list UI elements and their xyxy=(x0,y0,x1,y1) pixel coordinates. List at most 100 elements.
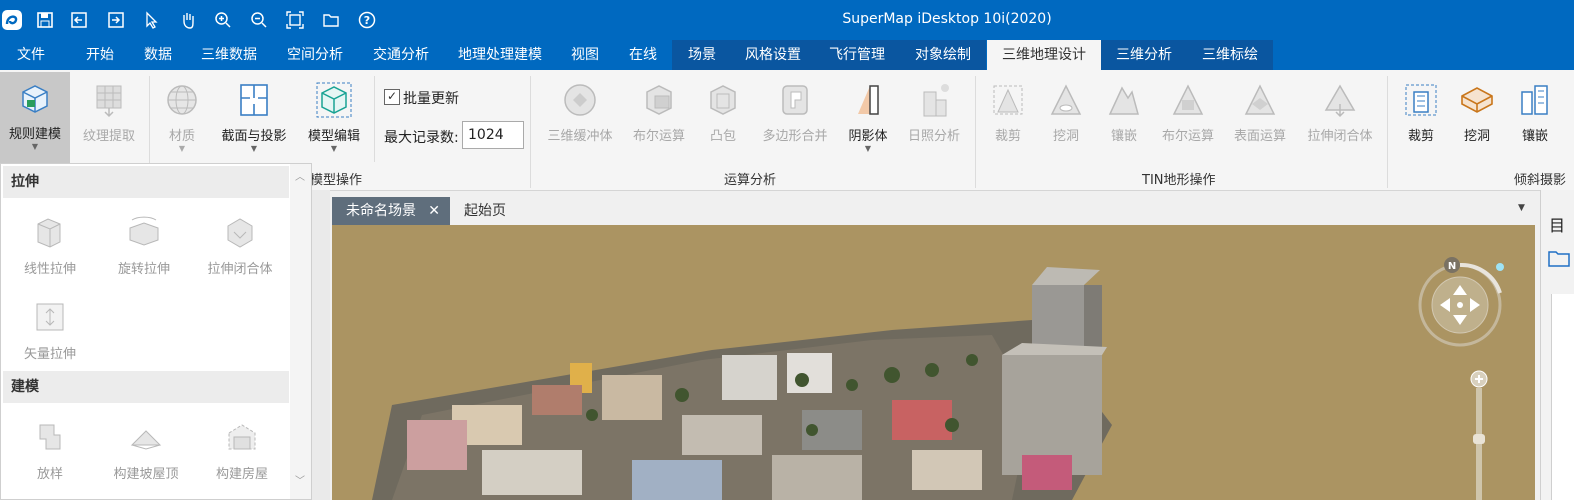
material-button[interactable]: 材质 ▼ xyxy=(155,74,209,164)
tin-inlay-icon xyxy=(1108,86,1139,115)
oblique-clip-icon xyxy=(1405,84,1437,116)
section-header-stretch: 拉伸 xyxy=(3,166,289,198)
tin-surface-button[interactable]: 表面运算 xyxy=(1226,74,1294,164)
buffer-3d-button[interactable]: 三维缓冲体 xyxy=(540,74,620,164)
tin-surface-icon xyxy=(1244,84,1276,115)
group-separator xyxy=(1387,76,1388,188)
group-label-tin-ops: TIN地形操作 xyxy=(1142,173,1216,188)
group-label-oblique: 倾斜摄影 xyxy=(1514,173,1567,188)
document-tab-bar: 未命名场景 ✕ 起始页 ▼ xyxy=(332,197,1536,225)
tin-clip-icon xyxy=(993,85,1023,115)
section-projection-button[interactable]: 截面与投影 ▼ xyxy=(214,74,294,164)
linear-stretch-item[interactable]: 线性拉伸 xyxy=(5,214,95,284)
oblique-inlay-icon xyxy=(1521,85,1548,115)
tab-flight-management[interactable]: 飞行管理 xyxy=(814,40,900,70)
tab-3d-geodesign[interactable]: 三维地理设计 xyxy=(987,40,1101,70)
tin-boolean-icon xyxy=(1172,84,1204,115)
tin-boolean-button[interactable]: 布尔运算 xyxy=(1154,74,1222,164)
right-side-panel: 目 xyxy=(1540,190,1574,500)
group-label-model-ops: 模型操作 xyxy=(310,173,363,188)
tab-geoprocessing[interactable]: 地理处理建模 xyxy=(444,40,556,70)
loft-item[interactable]: 放样 xyxy=(5,419,95,489)
navigation-compass[interactable]: N xyxy=(1416,255,1506,351)
shadow-volume-button[interactable]: 阴影体 ▼ xyxy=(842,74,894,164)
polygon-merge-button[interactable]: 多边形合并 xyxy=(754,74,836,164)
oblique-dig-button[interactable]: 挖洞 xyxy=(1452,74,1502,164)
title-bar: ? SuperMap iDesktop 10i(2020) xyxy=(0,0,1574,40)
chevron-down-icon: ▼ xyxy=(864,144,872,153)
model-edit-button[interactable]: 模型编辑 ▼ xyxy=(298,74,370,164)
tin-dig-button[interactable]: 挖洞 xyxy=(1042,74,1090,164)
scroll-down-icon[interactable]: ﹀ xyxy=(295,472,305,487)
group-label-calc-analysis: 运算分析 xyxy=(724,173,777,188)
stretch-closed-icon xyxy=(227,218,253,248)
boolean-op-button[interactable]: 布尔运算 xyxy=(624,74,694,164)
tab-start[interactable]: 开始 xyxy=(70,40,130,70)
tab-view[interactable]: 视图 xyxy=(556,40,614,70)
tab-object-drawing[interactable]: 对象绘制 xyxy=(900,40,986,70)
tab-online[interactable]: 在线 xyxy=(614,40,672,70)
sunlight-building-icon xyxy=(923,84,949,117)
tab-3d-plotting[interactable]: 三维标绘 xyxy=(1187,40,1273,70)
shadow-volume-icon xyxy=(858,85,879,115)
city-model-render xyxy=(372,267,1112,500)
rotate-stretch-icon xyxy=(129,216,159,246)
tab-start-page[interactable]: 起始页 xyxy=(452,197,534,225)
group-separator xyxy=(374,76,375,162)
batch-update-checkbox[interactable]: ✓ xyxy=(384,89,400,105)
tab-untitled-scene[interactable]: 未命名场景 ✕ xyxy=(332,197,450,225)
buffer-sphere-icon xyxy=(564,84,596,116)
tin-inlay-button[interactable]: 镶嵌 xyxy=(1100,74,1148,164)
loft-icon xyxy=(39,424,61,450)
tab-3d-data[interactable]: 三维数据 xyxy=(188,40,270,70)
globe-material-icon xyxy=(167,85,197,115)
max-records-input[interactable]: 1024 xyxy=(462,121,524,149)
tab-scene[interactable]: 场景 xyxy=(672,40,732,70)
tab-list-dropdown-icon[interactable]: ▼ xyxy=(1518,203,1525,213)
texture-grid-icon xyxy=(96,85,122,118)
svg-text:N: N xyxy=(1448,261,1456,272)
cube-modeling-icon xyxy=(22,85,48,113)
chevron-down-icon: ▼ xyxy=(31,142,39,151)
panel-tab-edge[interactable]: 目 xyxy=(1549,212,1565,236)
build-house-item[interactable]: 构建房屋 xyxy=(197,419,287,489)
new-folder-icon[interactable] xyxy=(1547,246,1571,274)
tin-clip-button[interactable]: 裁剪 xyxy=(984,74,1032,164)
floorplan-icon xyxy=(240,84,268,116)
tab-spatial-analysis[interactable]: 空间分析 xyxy=(272,40,358,70)
slope-roof-icon xyxy=(130,430,162,450)
convex-hull-button[interactable]: 凸包 xyxy=(700,74,746,164)
tin-stretch-closed-button[interactable]: 拉伸闭合体 xyxy=(1300,74,1380,164)
chevron-down-icon: ▼ xyxy=(330,144,338,153)
linear-stretch-icon xyxy=(37,218,61,248)
scroll-up-icon[interactable]: ︿ xyxy=(295,168,305,183)
chevron-down-icon: ▼ xyxy=(250,144,258,153)
tab-traffic-analysis[interactable]: 交通分析 xyxy=(358,40,444,70)
tab-3d-analysis[interactable]: 三维分析 xyxy=(1101,40,1187,70)
tab-file[interactable]: 文件 xyxy=(0,40,62,70)
close-icon[interactable]: ✕ xyxy=(428,197,440,225)
dropdown-scrollbar[interactable]: ︿ ﹀ xyxy=(290,164,311,499)
tab-style-settings[interactable]: 风格设置 xyxy=(732,40,814,70)
cube-edit-icon xyxy=(316,82,352,118)
3d-scene-viewport[interactable]: N xyxy=(332,225,1535,500)
max-records-label: 最大记录数: xyxy=(384,130,459,146)
build-slope-roof-item[interactable]: 构建坡屋顶 xyxy=(101,419,191,489)
rotate-stretch-item[interactable]: 旋转拉伸 xyxy=(99,214,189,284)
sunlight-analysis-button[interactable]: 日照分析 xyxy=(900,74,968,164)
batch-update-label: 批量更新 xyxy=(403,91,459,107)
stretch-closed-item[interactable]: 拉伸闭合体 xyxy=(195,214,285,284)
tab-data[interactable]: 数据 xyxy=(130,40,186,70)
rule-modeling-button[interactable]: 规则建模 ▼ xyxy=(0,72,70,164)
tin-dig-icon xyxy=(1050,84,1082,115)
chevron-down-icon: ▼ xyxy=(178,144,186,153)
texture-extract-button[interactable]: 纹理提取 xyxy=(76,74,142,164)
menu-tab-bar: 文件 开始 数据 三维数据 空间分析 交通分析 地理处理建模 视图 在线 场景 … xyxy=(0,40,1574,70)
tin-stretch-icon xyxy=(1324,84,1356,118)
vector-stretch-item[interactable]: 矢量拉伸 xyxy=(5,299,95,369)
oblique-inlay-button[interactable]: 镶嵌 xyxy=(1508,74,1562,164)
polygon-merge-icon xyxy=(782,85,808,115)
oblique-clip-button[interactable]: 裁剪 xyxy=(1396,74,1446,164)
section-header-modeling: 建模 xyxy=(3,371,289,403)
zoom-slider[interactable] xyxy=(1470,370,1488,500)
